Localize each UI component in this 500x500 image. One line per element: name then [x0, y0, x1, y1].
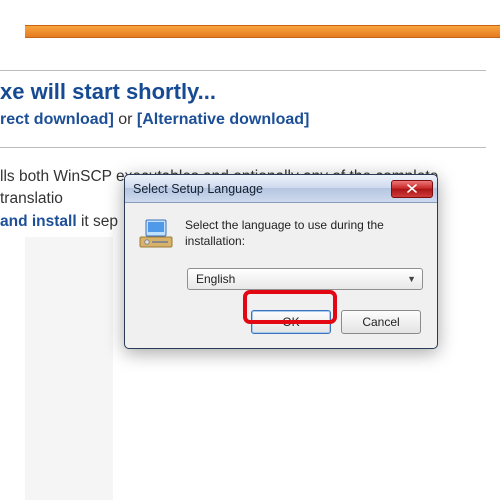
cancel-button[interactable]: Cancel — [341, 310, 421, 334]
or-text: or — [114, 111, 137, 128]
page-title: xe will start shortly... — [0, 71, 486, 111]
setup-language-dialog: Select Setup Language Select the languag… — [124, 174, 438, 349]
chevron-down-icon: ▼ — [407, 274, 416, 284]
dialog-message: Select the language to use during the in… — [185, 217, 421, 254]
ok-button[interactable]: OK — [251, 310, 331, 334]
close-button[interactable] — [391, 180, 433, 198]
dialog-titlebar[interactable]: Select Setup Language — [125, 175, 437, 203]
cancel-button-label: Cancel — [362, 315, 399, 329]
para-fragment: it sep — [77, 213, 118, 230]
installer-icon — [139, 217, 173, 254]
ok-button-label: OK — [282, 315, 299, 329]
alternative-download-link[interactable]: [Alternative download] — [137, 111, 309, 128]
orange-header-bar — [25, 25, 500, 38]
language-selected: English — [196, 272, 235, 286]
sidebar-placeholder — [25, 237, 113, 500]
language-combobox[interactable]: English ▼ — [187, 268, 423, 290]
direct-download-link[interactable]: rect download] — [0, 111, 114, 128]
close-icon — [407, 184, 417, 193]
divider — [0, 147, 486, 148]
para-fragment: lls both WinSCP — [0, 168, 116, 185]
install-link[interactable]: and install — [0, 213, 77, 230]
dialog-body: Select the language to use during the in… — [125, 203, 437, 348]
download-links-line: rect download] or [Alternative download] — [0, 111, 486, 147]
dialog-title: Select Setup Language — [133, 182, 391, 196]
